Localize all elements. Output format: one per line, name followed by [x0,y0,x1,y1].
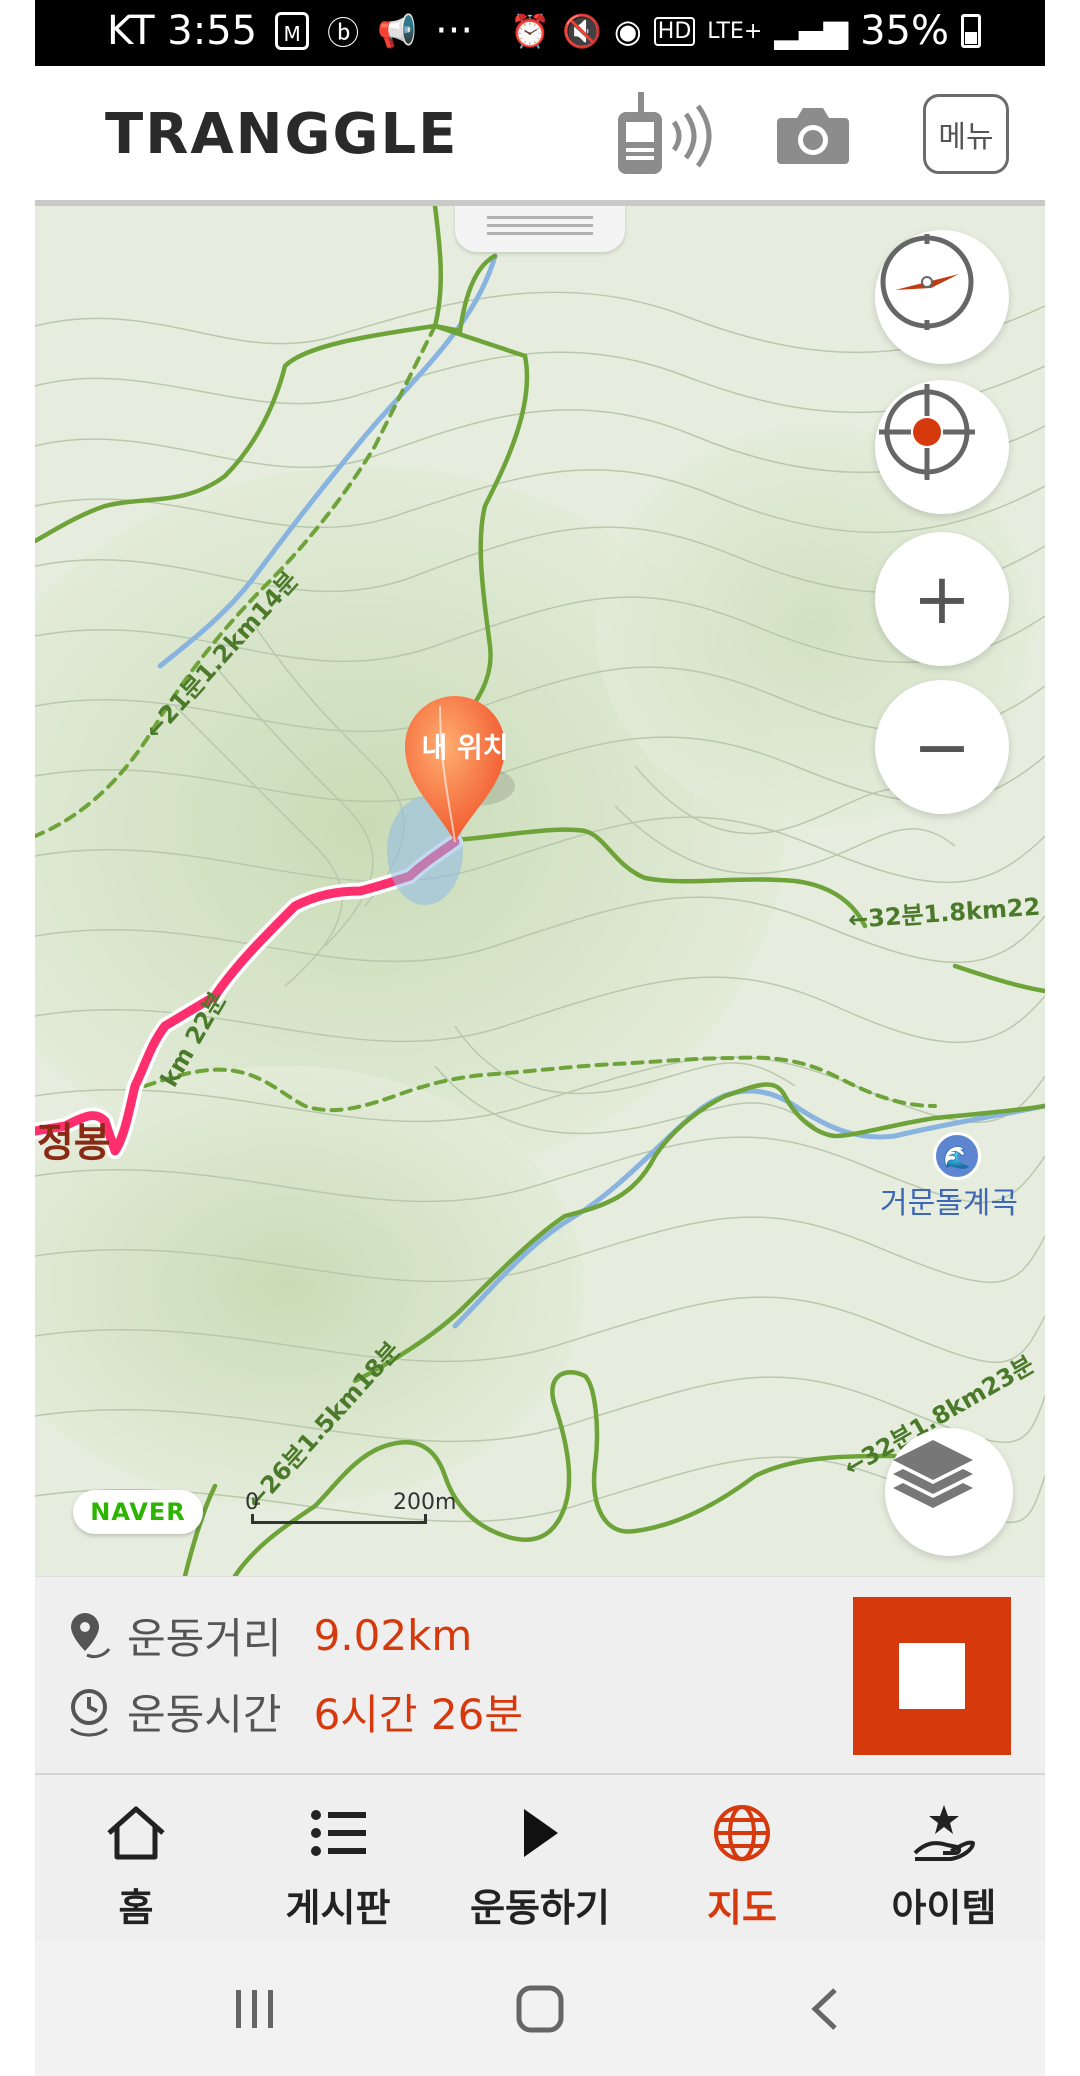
nav-label-exercise: 운동하기 [470,1886,610,1930]
system-nav-bar [35,1941,1045,2076]
status-left: KT 3:55 M ⓑ 📢 ··· [107,8,473,54]
map-layers-button[interactable] [885,1428,1013,1556]
naver-logo[interactable]: NAVER [73,1490,203,1534]
locate-me-button[interactable] [875,380,1009,514]
stop-icon [899,1643,965,1709]
distance-pin-icon [71,1612,111,1658]
app-header: TRANGGLE 메뉴 [35,66,1045,206]
time-label: 운동시간 [127,1690,282,1739]
carrier-time: KT 3:55 [107,8,258,54]
nav-label-home: 홈 [118,1886,154,1930]
location-icon: ◉ [613,12,642,50]
distance-label: 운동거리 [127,1614,282,1663]
home-system-button[interactable] [505,1981,575,2037]
mute-icon: 🔇 [562,12,602,50]
nav-label-map: 지도 [707,1886,777,1930]
bottom-nav: 홈 게시판 운동하기 지도 아이템 [35,1773,1045,1943]
menu-button[interactable]: 메뉴 [923,94,1009,174]
play-icon [518,1801,562,1865]
camera-icon [777,108,849,164]
status-right: ⏰ 🔇 ◉ HD LTE+ ▂▄▆ 35% [510,8,981,54]
zoom-in-button[interactable]: + [875,532,1009,666]
globe-icon [712,1801,772,1865]
nav-item-board[interactable]: 게시판 [237,1775,439,1943]
handle-line [487,224,593,227]
nav-item-items[interactable]: 아이템 [843,1775,1045,1943]
network-type: LTE+ [707,18,763,44]
layers-icon [893,1440,973,1508]
time-clock-icon [70,1688,108,1736]
scale-line [251,1514,427,1524]
distance-value: 9.02km [313,1611,473,1660]
star-hand-icon [911,1801,977,1865]
status-bar: KT 3:55 M ⓑ 📢 ··· ⏰ 🔇 ◉ HD LTE+ ▂▄▆ 35% [35,0,1045,66]
recents-icon [236,1990,273,2028]
scale-end: 200m [393,1490,457,1515]
scale-start: 0 [245,1490,259,1515]
zoom-out-button[interactable]: − [875,680,1009,814]
home-circle-icon [516,1985,564,2033]
nav-item-map[interactable]: 지도 [641,1775,843,1943]
compass-button[interactable] [875,230,1009,364]
overflow-dots: ··· [434,8,474,54]
camera-button[interactable] [770,94,856,174]
valley-place-label[interactable]: 거문돌계곡 [880,1178,1018,1222]
back-button[interactable] [795,1981,855,2037]
list-icon [308,1801,368,1865]
compass-icon [880,234,974,330]
valley-poi-icon[interactable]: 🌊 [933,1132,981,1180]
handle-line [487,216,593,219]
app-logo: TRANGGLE [105,102,459,167]
m-badge-icon: M [275,12,310,50]
distance-row: 운동거리 9.02km [65,1605,472,1666]
nav-item-exercise[interactable]: 운동하기 [439,1775,641,1943]
map-drag-handle[interactable] [455,206,625,252]
map-scale-bar: 0 200m [245,1490,456,1526]
megaphone-icon: 📢 [377,12,417,50]
home-icon [103,1801,169,1865]
peak-label: 정봉 [37,1120,111,1166]
handle-line [487,232,593,235]
recents-button[interactable] [225,1981,285,2037]
time-value: 6시간 26분 [313,1690,523,1739]
hd-icon: HD [653,16,696,46]
my-location-label: 내 위치 [421,731,509,764]
battery-percent: 35% [860,8,949,54]
battery-icon [961,14,981,48]
nav-label-board: 게시판 [285,1886,391,1930]
map-view[interactable]: 내 위치 ←21분1.2km14분 ←32분1.8km22 ←26분1.5km1… [35,206,1045,1576]
signal-icon: ▂▄▆ [774,12,849,50]
exercise-stats-panel: 운동거리 9.02km 운동시간 6시간 26분 [35,1576,1045,1773]
nav-label-items: 아이템 [891,1886,997,1930]
alarm-icon: ⏰ [510,12,551,50]
stop-exercise-button[interactable] [853,1597,1011,1755]
time-row: 운동시간 6시간 26분 [65,1681,523,1742]
target-icon [879,384,975,480]
b-app-icon: ⓑ [327,14,360,52]
walkie-talkie-icon [618,92,712,174]
nav-item-home[interactable]: 홈 [35,1775,237,1943]
app-frame: KT 3:55 M ⓑ 📢 ··· ⏰ 🔇 ◉ HD LTE+ ▂▄▆ 35% … [35,0,1045,2076]
walkie-talkie-button[interactable] [600,92,740,174]
back-chevron-icon [811,1988,837,2030]
